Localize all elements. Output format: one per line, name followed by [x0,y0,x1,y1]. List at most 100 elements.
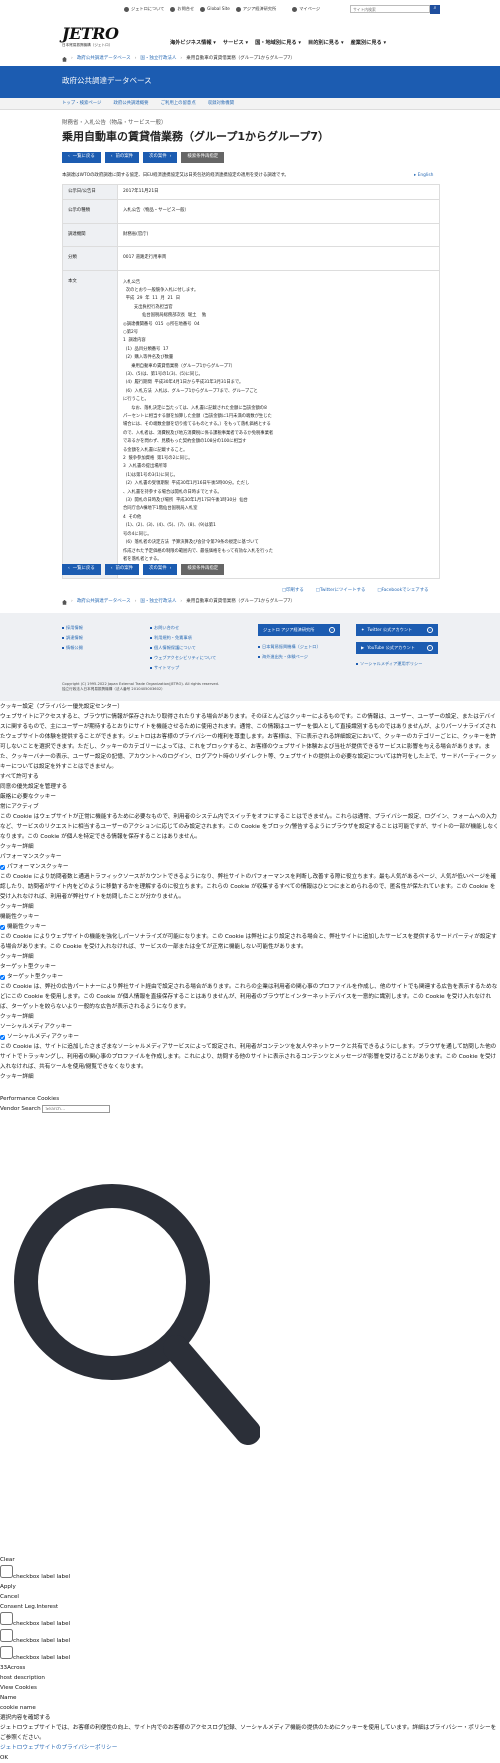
cookie-name-value: cookie name [0,1705,36,1711]
allow-all-button[interactable]: すべて許可する [0,772,500,782]
youtube-account-button[interactable]: ▶ YouTube 公式アカウント › [356,642,438,654]
table-row: 調達機関 財務省(官庁) [62,222,440,248]
facebook-share-link[interactable]: □Facebookでシェアする [377,588,428,594]
footer-link[interactable]: サイトマップ [150,663,216,673]
clear-button[interactable]: Clear [0,1555,500,1565]
category-label: 財務省・入札公告（物品・サービス一般） [62,120,167,126]
footer-col-4: ソーシャルメディア運用ポリシー [356,659,422,669]
social-cookies-toggle[interactable] [0,1034,5,1040]
manage-heading: 同意の優先設定を管理する [0,784,68,790]
chevron-left-icon: ‹ [68,154,70,160]
vendor-search-input[interactable] [42,1105,111,1113]
footer-link[interactable]: 個人情報保護について [150,643,216,653]
nav-overseas-business[interactable]: 海外ビジネス情報 ▾ [170,40,216,48]
utility-link-ide[interactable]: アジア経済研究所 [235,6,276,12]
cookie-details-link[interactable]: クッキー詳細 [0,902,500,912]
share-links: □印刷する □Twitterにツイートする □Facebookでシェアする [282,588,428,594]
org-label: 調達機関 [62,222,118,248]
chevron-right-icon: › [427,645,433,651]
breadcrumb-current: 乗用自動車の賃貸借業務（グループ1からグループ7） [186,56,295,61]
breadcrumb-item[interactable]: 政府公共調達データベース [77,599,131,606]
subnav-item[interactable]: トップ・検索ページ [62,101,101,107]
cookie-details-link[interactable]: クッキー詳細 [0,1012,500,1022]
filter-checkbox[interactable] [0,1646,13,1659]
breadcrumb-item[interactable]: 政府公共調達データベース [77,56,131,63]
subnav-item[interactable]: ご利用上の留意点 [161,101,196,107]
nav-by-purpose[interactable]: 目的別に見る ▾ [308,40,344,48]
footer-link[interactable]: 日本貿易振興機構（ジェトロ） [258,642,321,652]
footer-link[interactable]: 調達情報 [62,633,83,643]
prev-item-button[interactable]: ‹ 前の案件 [104,564,140,575]
nav-by-industry[interactable]: 産業別に見る ▾ [351,40,387,48]
targeting-cookies-toggle[interactable] [0,974,5,980]
vendor-filter-panel: Clear checkbox label label Apply Cancel … [0,1555,500,1763]
cancel-button[interactable]: Cancel [0,1592,500,1602]
footer-link[interactable]: 情報公開 [62,643,83,653]
subnav-item[interactable]: 政府公共調達概要 [113,101,148,107]
nav-services[interactable]: サービス ▾ [223,40,248,48]
ok-button[interactable]: OK [0,1753,500,1763]
site-search-input[interactable] [350,5,430,13]
footer-link[interactable]: 利用規約・免責事項 [150,633,216,643]
nav-by-country[interactable]: 国・地域別に見る ▾ [255,40,301,48]
cookie-heading: クッキー設定（プライバシー優先設定センター） [0,704,123,710]
performance-cookies-toggle[interactable] [0,864,5,870]
footer-link[interactable]: ソーシャルメディア運用ポリシー [356,659,422,669]
body-label: 本文 [62,269,118,580]
footer-link[interactable]: お問い合わせ [150,623,216,633]
type-label: 公示の種類 [62,199,118,224]
cookie-details-link[interactable]: クッキー詳細 [0,952,500,962]
cookie-details-link[interactable]: クッキー詳細 [0,1072,500,1082]
breadcrumb-item[interactable]: 国・独立行政法人 [140,599,176,606]
next-item-button[interactable]: 次の案件 › [143,564,178,575]
breadcrumb-current: 乗用自動車の賃貸借業務（グループ1からグループ7） [186,599,295,604]
confirm-selection-button[interactable]: 選択内容を確認する [0,1713,500,1723]
chevron-left-icon: ‹ [110,566,113,572]
filter-checkbox[interactable] [0,1629,13,1642]
chevron-right-icon: › [169,566,172,572]
filter-checkbox[interactable] [0,1565,13,1578]
breadcrumb-item[interactable]: 国・独立行政法人 [140,56,176,63]
page-title: 乗用自動車の賃貸借業務（グループ1からグループ7） [62,130,329,143]
twitter-share-link[interactable]: □Twitterにツイートする [316,588,366,594]
prev-item-button[interactable]: ‹ 前の案件 [104,152,140,163]
back-to-list-button[interactable]: ‹ 一覧に戻る [62,564,101,575]
breadcrumb-bottom: › 政府公共調達データベース › 国・独立行政法人 › 乗用自動車の賃貸借業務（… [62,599,295,606]
home-icon[interactable] [62,599,67,605]
cookie-details-link[interactable]: クッキー詳細 [0,842,500,852]
utility-link-global[interactable]: Global Site [200,6,230,12]
utility-link-about[interactable]: ジェトロについて [124,6,164,12]
jetro-logo[interactable]: JETRO 日本貿易振興機構（ジェトロ） [62,22,119,48]
twitter-account-button[interactable]: ✦ Twitter 公式アカウント › [356,624,438,636]
print-link[interactable]: □印刷する [282,588,304,594]
research-button[interactable]: 検索条件再指定 [181,564,225,575]
functional-cookies-toggle[interactable] [0,924,5,930]
apply-button[interactable]: Apply [0,1582,500,1592]
ide-jetro-button[interactable]: ジェトロ アジア経済研究所 › [258,624,340,636]
type-value: 入札公告（物品・サービス一般） [117,199,440,224]
search-icon[interactable] [0,1170,260,1450]
footer-link[interactable]: ウェブアクセシビリティについて [150,653,216,663]
utility-link-mypage[interactable]: マイページ [292,6,320,12]
subnav-item[interactable]: 収録対象機関 [208,101,234,107]
performance-cookies-desc: この Cookie により訪問者数と通過トラフィックソースがカウントできるように… [0,874,497,900]
back-to-list-button[interactable]: ‹ 一覧に戻る [62,152,101,163]
search-button[interactable]: ⌕ [430,4,440,14]
english-link[interactable]: ▸ English [414,173,433,179]
chevron-right-icon: › [427,627,433,633]
research-button[interactable]: 検索条件再指定 [181,152,225,163]
performance-cookies-title: パフォーマンスクッキー [0,854,62,860]
vendor-name: 33Across [0,1665,26,1671]
footer-link[interactable]: 採用情報 [62,623,83,633]
filter-checkbox[interactable] [0,1612,13,1625]
cookie-intro: ウェブサイトにアクセスすると、ブラウザに情報が保存されたり取得されたりする場合が… [0,714,497,770]
privacy-policy-link[interactable]: ジェトロウェブサイトのプライバシーポリシー [0,1745,117,1751]
utility-bar: ジェトロについて お問合せ Global Site アジア経済研究所 マイページ… [124,4,440,14]
next-item-button[interactable]: 次の案件 › [143,152,178,163]
utility-link-contact[interactable]: お問合せ [170,6,194,12]
bottom-button-row: ‹ 一覧に戻る ‹ 前の案件 次の案件 › 検索条件再指定 [62,564,225,575]
footer-link[interactable]: 海外進出先・体験ページ [258,652,321,662]
view-cookies-link[interactable]: View Cookies [0,1683,500,1693]
home-icon[interactable] [62,56,67,62]
table-row: 本文 入札公告 次のとおり一般競争入札に付します。 平成 29 年 11 月 2… [62,269,440,580]
